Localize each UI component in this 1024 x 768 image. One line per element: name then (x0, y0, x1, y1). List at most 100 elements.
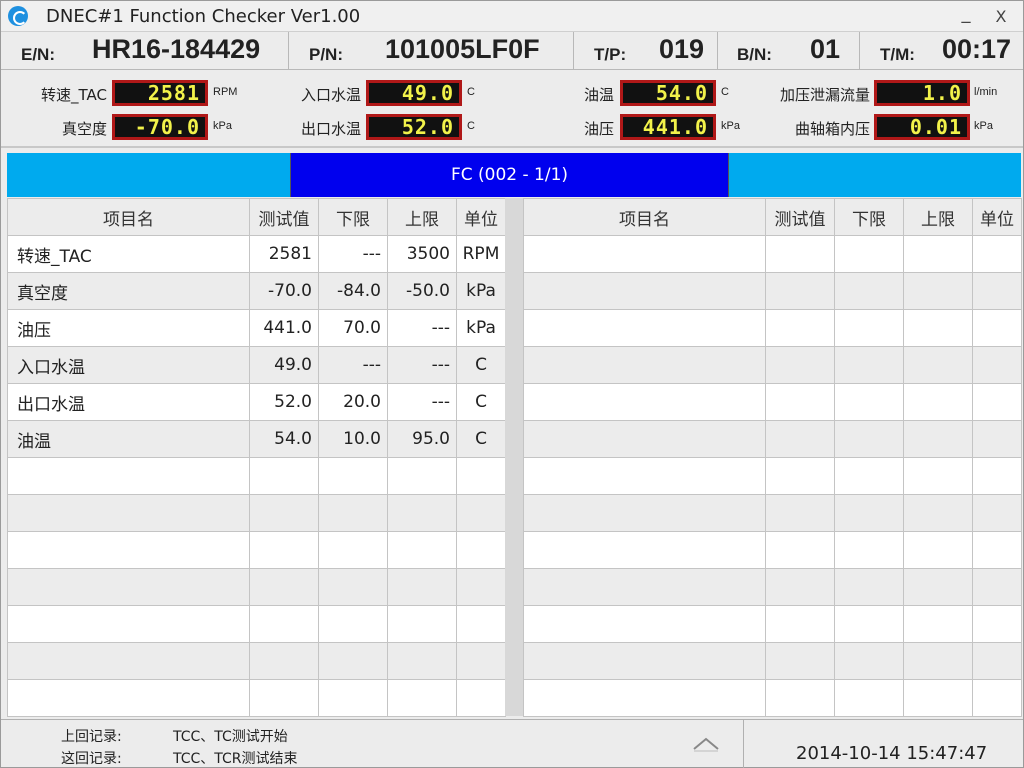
cell-value (765, 642, 835, 680)
cell-name (523, 605, 766, 643)
table-header-row: 项目名 测试值 下限 上限 单位 (7, 198, 506, 236)
gauge-label: 出口水温 (300, 120, 361, 138)
cell-lower: 10.0 (318, 420, 388, 458)
cell-value (765, 605, 835, 643)
cell-value (765, 420, 835, 458)
cell-unit (972, 642, 1022, 680)
gauge-leak-flow: 加压泄漏流量 1.0 l/min (761, 80, 1023, 106)
cell-lower (318, 531, 388, 569)
cell-lower (834, 457, 904, 495)
gauge-oil-pressure: 油压 441.0 kPa (521, 114, 771, 140)
bn-cell: B/N: 01 (718, 32, 860, 70)
cell-lower (318, 605, 388, 643)
minimize-button[interactable]: _ (953, 3, 979, 29)
cell-unit (972, 568, 1022, 606)
cell-value (765, 568, 835, 606)
table-row[interactable] (523, 531, 1022, 569)
cell-value (765, 457, 835, 495)
table-row[interactable] (7, 679, 506, 717)
cell-upper (387, 605, 457, 643)
table-row[interactable] (7, 531, 506, 569)
table-row[interactable] (7, 642, 506, 680)
fc-banner: FC (002 - 1/1) (7, 153, 1021, 197)
cell-upper: 3500 (387, 235, 457, 273)
en-cell: E/N: HR16-184429 (1, 32, 289, 70)
cell-value: -70.0 (249, 272, 319, 310)
cell-unit (456, 531, 506, 569)
cell-value: 441.0 (249, 309, 319, 347)
cell-name: 油压 (7, 309, 250, 347)
table-row[interactable] (523, 420, 1022, 458)
cell-unit (972, 383, 1022, 421)
banner-title: FC (002 - 1/1) (291, 153, 728, 197)
table-row[interactable]: 真空度 -70.0 -84.0 -50.0 kPa (7, 272, 506, 310)
cell-unit (972, 457, 1022, 495)
tp-value: 019 (659, 34, 705, 64)
cell-upper: --- (387, 383, 457, 421)
table-row[interactable] (523, 309, 1022, 347)
table-separator (505, 198, 523, 716)
scroll-up-icon[interactable] (691, 734, 721, 754)
cell-name (523, 531, 766, 569)
cell-upper (903, 457, 973, 495)
table-row[interactable]: 油温 54.0 10.0 95.0 C (7, 420, 506, 458)
cell-unit (456, 642, 506, 680)
cell-lower (834, 420, 904, 458)
table-row[interactable] (523, 457, 1022, 495)
results-table-right: 项目名 测试值 下限 上限 单位 (523, 198, 1022, 717)
cell-name (523, 457, 766, 495)
cell-lower: --- (318, 235, 388, 273)
banner-right-segment (728, 153, 1021, 197)
table-row[interactable] (523, 642, 1022, 680)
cell-unit (456, 605, 506, 643)
cell-upper: 95.0 (387, 420, 457, 458)
cell-name (523, 420, 766, 458)
table-row[interactable] (523, 272, 1022, 310)
gauge-label: 曲轴箱内压 (794, 120, 870, 138)
table-row[interactable] (523, 605, 1022, 643)
table-row[interactable]: 油压 441.0 70.0 --- kPa (7, 309, 506, 347)
cell-lower (834, 309, 904, 347)
table-row[interactable]: 转速_TAC 2581 --- 3500 RPM (7, 235, 506, 273)
table-row[interactable]: 出口水温 52.0 20.0 --- C (7, 383, 506, 421)
cell-name: 入口水温 (7, 346, 250, 384)
cell-value (249, 494, 319, 532)
gauge-display: 2581 (112, 80, 208, 106)
cell-unit (456, 494, 506, 532)
gauge-unit: C (467, 120, 475, 132)
cell-value (249, 568, 319, 606)
table-row[interactable] (7, 568, 506, 606)
table-row[interactable] (523, 568, 1022, 606)
cell-name (523, 642, 766, 680)
table-row[interactable] (523, 235, 1022, 273)
gauge-crankcase-pressure: 曲轴箱内压 0.01 kPa (761, 114, 1023, 140)
close-button[interactable]: X (988, 3, 1014, 29)
cell-value (765, 679, 835, 717)
cell-upper (903, 605, 973, 643)
cell-unit (972, 605, 1022, 643)
cell-upper (903, 235, 973, 273)
cell-name (7, 568, 250, 606)
table-row[interactable] (523, 494, 1022, 532)
bn-value: 01 (810, 34, 841, 64)
cell-unit: kPa (456, 272, 506, 310)
cell-upper (903, 642, 973, 680)
cell-name: 油温 (7, 420, 250, 458)
gauge-unit: C (467, 86, 475, 98)
title-bar: DNEC#1 Function Checker Ver1.00 _ X (1, 1, 1023, 32)
cell-unit (456, 457, 506, 495)
table-row[interactable]: 入口水温 49.0 --- --- C (7, 346, 506, 384)
table-row[interactable] (7, 605, 506, 643)
table-row[interactable] (523, 383, 1022, 421)
cell-lower (834, 383, 904, 421)
app-window: DNEC#1 Function Checker Ver1.00 _ X E/N:… (0, 0, 1024, 768)
table-row[interactable] (7, 457, 506, 495)
table-row[interactable] (523, 679, 1022, 717)
gauge-display: 52.0 (366, 114, 462, 140)
tp-cell: T/P: 019 (574, 32, 718, 70)
col-header-name: 项目名 (7, 198, 250, 236)
table-row[interactable] (523, 346, 1022, 384)
table-row[interactable] (7, 494, 506, 532)
col-header-lower: 下限 (834, 198, 904, 236)
cell-name (523, 494, 766, 532)
